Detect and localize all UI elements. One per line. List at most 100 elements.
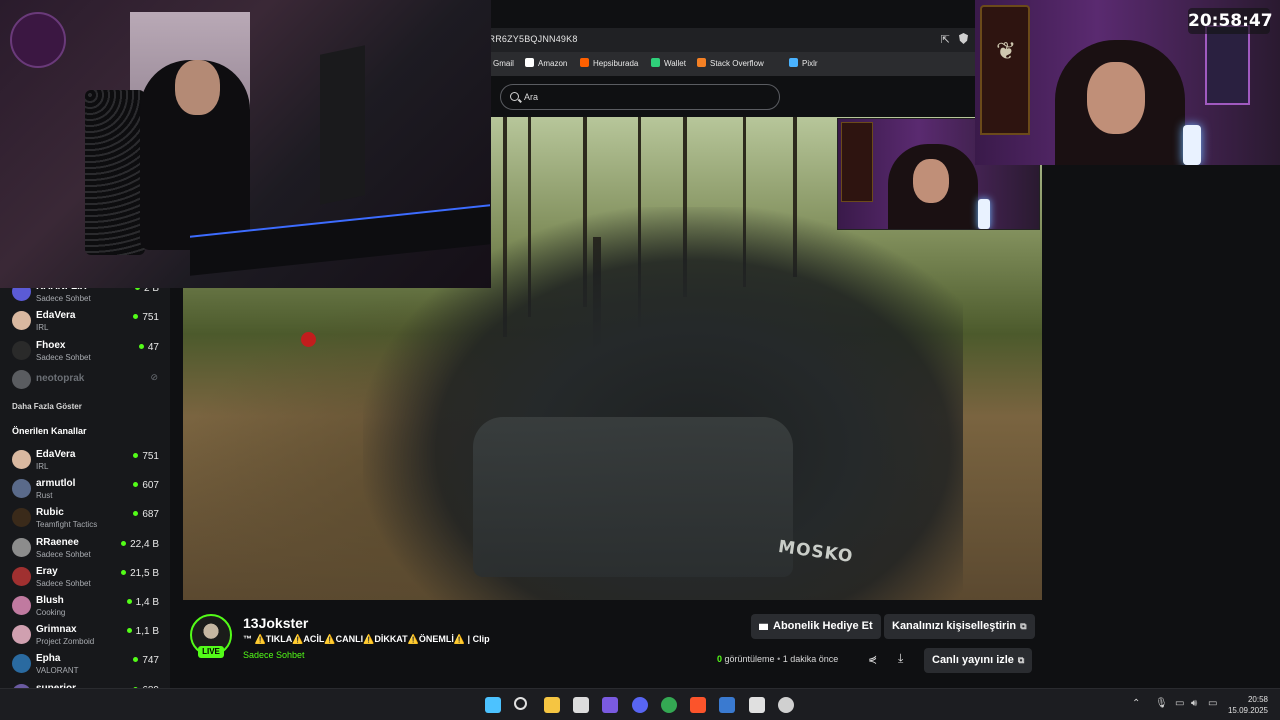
sidebar-channel-eray[interactable]: Eray Sadece Sohbet 21,5 B bbox=[0, 563, 170, 592]
bookmark-amazon[interactable]: Amazon bbox=[525, 58, 567, 68]
taskbar-clock[interactable]: 20:58 15.09.2025 bbox=[1228, 694, 1268, 716]
viewer-number: 1,4 B bbox=[135, 597, 159, 608]
avatar bbox=[12, 370, 31, 389]
brave-shield-icon[interactable] bbox=[959, 33, 968, 44]
stream-category-link[interactable]: Sadece Sohbet bbox=[243, 650, 305, 660]
viewer-number: 751 bbox=[142, 451, 159, 462]
microphone-icon[interactable]: 🎙︎ bbox=[1155, 698, 1168, 709]
browser-address-bar[interactable]: C84CHRR6ZY5BQJNN49K8 ⇱ bbox=[458, 28, 976, 52]
face bbox=[175, 60, 220, 115]
live-dot-icon bbox=[126, 599, 132, 604]
viewer-count: 607 bbox=[133, 480, 159, 491]
brave-icon[interactable] bbox=[690, 697, 707, 713]
channel-name: armutlol bbox=[36, 478, 76, 490]
recommended-channels-heading: Önerilen Kanallar bbox=[12, 426, 87, 436]
bookmark-pixlr[interactable]: Pixlr bbox=[789, 58, 818, 68]
app-purple-icon[interactable] bbox=[602, 697, 619, 713]
channel-category: Sadece Sohbet bbox=[36, 293, 91, 303]
viewer-count: 22,4 B bbox=[121, 539, 159, 550]
bookmark-icon bbox=[697, 58, 706, 67]
red-object bbox=[301, 332, 316, 347]
search-input[interactable]: Ara bbox=[524, 92, 538, 102]
volume-icon[interactable]: 🔊︎ bbox=[1191, 698, 1197, 709]
customize-channel-button[interactable]: Kanalınızı kişiselleştirin ⧉ bbox=[884, 614, 1035, 639]
bookmark-hepsiburada[interactable]: Hepsiburada bbox=[580, 58, 638, 68]
sidebar-channel-armutlol[interactable]: armutlol Rust 607 bbox=[0, 475, 170, 504]
sidebar-channel-offline[interactable]: neotoprak ⊘ bbox=[0, 366, 170, 395]
channel-name: Rubic bbox=[36, 507, 64, 519]
windows-start-icon[interactable] bbox=[485, 697, 501, 713]
channel-category: Project Zomboid bbox=[36, 637, 95, 647]
viewer-number: 687 bbox=[142, 509, 159, 521]
taskbar-time: 20:58 bbox=[1247, 695, 1268, 704]
offline-icon: ⊘ bbox=[150, 372, 158, 382]
watch-live-button[interactable]: Canlı yayını izle ⧉ bbox=[924, 648, 1033, 673]
battery-icon[interactable]: ▭ bbox=[1208, 698, 1217, 709]
sidebar-channel-epha[interactable]: Epha VALORANT 747 bbox=[0, 650, 170, 679]
sidebar-channel-rraenee[interactable]: RRaenee Sadece Sohbet 22,4 B bbox=[0, 534, 170, 563]
bookmark-label: Gmail bbox=[493, 59, 514, 68]
sidebar-channel-blush[interactable]: Blush Cooking 1,4 B bbox=[0, 592, 170, 621]
avatar bbox=[12, 340, 31, 360]
channel-category: VALORANT bbox=[36, 666, 79, 676]
network-icon[interactable]: ▭ bbox=[1175, 698, 1184, 709]
viewer-count: 47 bbox=[138, 341, 159, 353]
bookmark-icon bbox=[580, 58, 589, 67]
sidebar-channel-fhoex[interactable]: Fhoex Sadece Sohbet 47 bbox=[0, 337, 170, 366]
saddle-bag bbox=[473, 417, 793, 577]
show-more-link[interactable]: Daha Fazla Göster bbox=[12, 402, 82, 411]
chrome-icon[interactable] bbox=[660, 697, 677, 713]
windows-taskbar: ⌃ 🎙︎ ▭ 🔊︎ ▭ 20:58 15.09.2025 bbox=[0, 688, 1280, 720]
taskbar-date: 15.09.2025 bbox=[1227, 706, 1268, 715]
bookmark-label: Hepsiburada bbox=[593, 59, 639, 68]
channel-name: RRaenee bbox=[36, 536, 79, 548]
search-bar[interactable]: Ara bbox=[500, 84, 780, 110]
search-icon bbox=[510, 92, 519, 101]
channel-category: Sadece Sohbet bbox=[36, 578, 91, 588]
download-icon[interactable]: ⤓ bbox=[898, 651, 903, 666]
banner bbox=[841, 122, 873, 202]
sidebar-channel-edavera[interactable]: EdaVera IRL 751 bbox=[0, 446, 170, 475]
app-dark-icon[interactable] bbox=[748, 697, 765, 713]
chevron-up-icon[interactable]: ⌃ bbox=[1132, 698, 1140, 709]
store-icon[interactable] bbox=[572, 697, 589, 713]
channel-name: Grimnax bbox=[36, 624, 77, 636]
app-circle-icon[interactable] bbox=[778, 697, 794, 713]
viewer-number: 22,4 B bbox=[130, 538, 159, 550]
viewer-count: 751 bbox=[133, 312, 159, 323]
bookmark-wallet[interactable]: Wallet bbox=[651, 58, 686, 68]
views-number: 0 bbox=[717, 654, 723, 664]
channel-name: Blush bbox=[36, 595, 64, 606]
sidebar-channel-rubic[interactable]: Rubic Teamfight Tactics 687 bbox=[0, 504, 170, 533]
file-explorer-icon[interactable] bbox=[543, 697, 560, 713]
app-blue-icon[interactable] bbox=[719, 697, 736, 713]
bookmarks-bar: amGmailAmazonHepsiburadaWalletStack Over… bbox=[458, 52, 976, 76]
share-page-icon[interactable]: ⇱ bbox=[941, 33, 950, 46]
channel-name: Fhoex bbox=[36, 339, 66, 351]
streamer-name[interactable]: 13Jokster bbox=[243, 615, 308, 631]
bookmark-label: Amazon bbox=[538, 59, 568, 68]
viewer-number: 47 bbox=[147, 341, 159, 353]
channel-category: Teamfight Tactics bbox=[36, 520, 98, 530]
sidebar-channel-grimnax[interactable]: Grimnax Project Zomboid 1,1 B bbox=[0, 621, 170, 650]
stream-clock: 20:58:47 bbox=[1188, 8, 1273, 34]
channel-name: EdaVera bbox=[36, 449, 76, 460]
search-icon[interactable] bbox=[514, 697, 528, 710]
live-dot-icon bbox=[133, 314, 139, 319]
live-dot-icon bbox=[126, 628, 132, 634]
live-dot-icon bbox=[121, 569, 127, 575]
avatar bbox=[12, 566, 31, 586]
viewer-count: 21,5 B bbox=[121, 568, 159, 579]
live-dot-icon bbox=[138, 343, 144, 349]
sidebar-channel-superior[interactable]: superior689 bbox=[0, 680, 170, 688]
share-icon[interactable]: ⋞ bbox=[868, 653, 877, 666]
gift-subscription-button[interactable]: Abonelik Hediye Et bbox=[751, 614, 881, 639]
external-link-icon: ⧉ bbox=[1017, 655, 1025, 665]
bookmark-stack-overflow[interactable]: Stack Overflow bbox=[697, 58, 764, 68]
cup bbox=[85, 90, 145, 255]
sidebar-channel-edavera[interactable]: EdaVera IRL 751 bbox=[0, 307, 170, 336]
discord-icon[interactable] bbox=[631, 697, 648, 713]
bookmark-icon bbox=[789, 58, 798, 67]
viewer-count: 747 bbox=[133, 655, 159, 666]
channel-category: IRL bbox=[36, 323, 49, 332]
